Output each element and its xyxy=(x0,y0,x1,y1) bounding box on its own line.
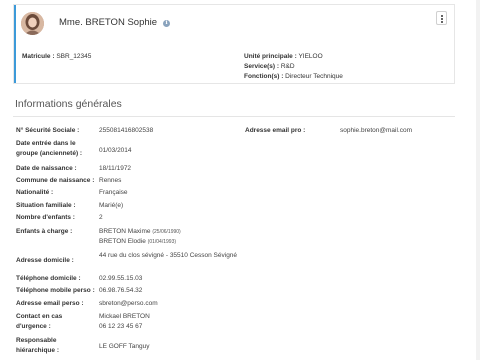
urgence-label: Contact en cas d'urgence : xyxy=(16,313,63,330)
child-1: BRETON Maxime (25/06/1990) xyxy=(99,227,289,237)
matricule-row: Matricule : SBR_12345 xyxy=(22,53,91,60)
child-1-date: (25/06/1990) xyxy=(152,229,181,235)
charge-label: Enfants à charge : xyxy=(16,228,73,235)
section-title: Informations générales xyxy=(15,98,122,110)
fonctions-label: Fonction(s) : xyxy=(244,73,284,80)
services-label: Service(s) : xyxy=(244,63,280,70)
situation-value: Marié(e) xyxy=(99,202,124,209)
urgence-phone: 06 12 23 45 67 xyxy=(99,323,143,330)
profile-card: Mme. BRETON Sophie i Matricule : SBR_1234… xyxy=(13,4,455,84)
kebab-menu-icon xyxy=(441,15,443,17)
unite-label: Unité principale : xyxy=(244,53,297,60)
matricule-value: SBR_12345 xyxy=(56,53,92,60)
email-perso-label: Adresse email perso : xyxy=(16,300,84,307)
secu-label: N° Sécurité Sociale : xyxy=(16,127,80,134)
adresse-value: 44 rue du clos sévigné - 35510 Cesson Sé… xyxy=(99,252,238,259)
adresse-label: Adresse domicile : xyxy=(16,257,74,264)
tel-dom-value: 02.99.55.15.03 xyxy=(99,275,143,282)
nationalite-value: Française xyxy=(99,189,128,196)
email-perso-value: sbreton@perso.com xyxy=(99,300,158,307)
email-pro-link[interactable]: sophie.breton@mail.com xyxy=(340,126,460,136)
profile-name-row: Mme. BRETON Sophie i xyxy=(59,17,171,28)
child-1-name: BRETON Maxime xyxy=(99,228,151,235)
kebab-dot xyxy=(441,21,443,23)
scrollbar-track[interactable] xyxy=(476,0,480,360)
avatar-image xyxy=(21,12,44,35)
card-accent-bar xyxy=(14,5,16,83)
fonctions-row: Fonction(s) : Directeur Technique xyxy=(244,73,343,80)
matricule-label: Matricule : xyxy=(22,53,55,60)
situation-label: Situation familiale : xyxy=(16,202,76,209)
enfants-value: 2 xyxy=(99,214,103,221)
commune-value: Rennes xyxy=(99,177,122,184)
profile-name: Mme. BRETON Sophie xyxy=(59,17,158,28)
services-value: R&D xyxy=(280,63,295,70)
child-2: BRETON Elodie (01/04/1993) xyxy=(99,237,289,247)
services-row: Service(s) : R&D xyxy=(244,63,295,70)
tel-dom-label: Téléphone domicile : xyxy=(16,275,81,282)
entree-value: 01/03/2014 xyxy=(99,147,132,154)
info-icon[interactable]: i xyxy=(163,20,171,27)
kebab-menu-button[interactable] xyxy=(436,11,447,25)
unite-row: Unité principale : YIELOO xyxy=(244,53,323,60)
naissance-value: 18/11/1972 xyxy=(99,165,132,172)
entree-label: Date entrée dans le groupe (ancienneté) … xyxy=(16,140,83,157)
avatar[interactable] xyxy=(21,12,44,35)
responsable-label: Responsable hiérarchique : xyxy=(16,337,59,354)
tel-mob-label: Téléphone mobile perso : xyxy=(16,287,95,294)
naissance-label: Date de naissance : xyxy=(16,165,77,172)
commune-label: Commune de naissance : xyxy=(16,177,95,184)
nationalite-label: Nationalité : xyxy=(16,189,54,196)
fonctions-value: Directeur Technique xyxy=(285,73,343,80)
kebab-dot xyxy=(441,18,443,20)
responsable-value: LE GOFF Tanguy xyxy=(99,343,150,350)
section-divider xyxy=(13,116,455,117)
tel-mob-value: 06.98.76.54.32 xyxy=(99,287,143,294)
enfants-label: Nombre d'enfants : xyxy=(16,214,75,221)
child-2-date: (01/04/1993) xyxy=(147,239,177,245)
email-pro-label: Adresse email pro : xyxy=(245,127,306,134)
urgence-name: Mickael BRETON xyxy=(99,313,150,320)
unite-value: YIELOO xyxy=(298,53,323,60)
child-2-name: BRETON Elodie xyxy=(99,238,146,245)
